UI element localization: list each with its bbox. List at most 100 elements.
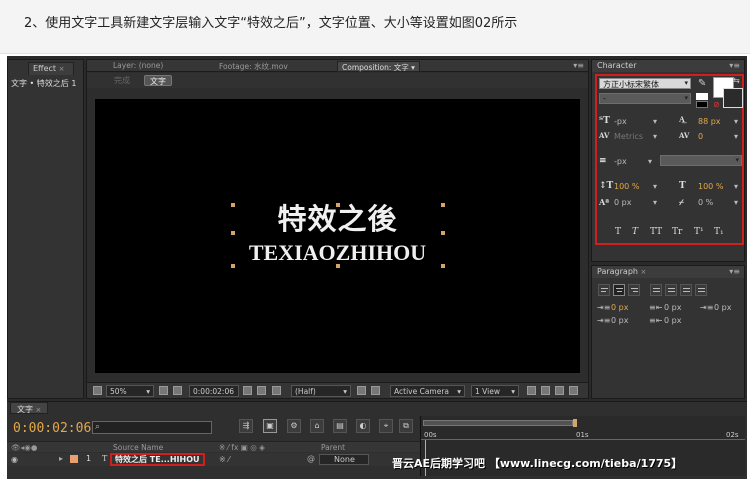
faux-bold-button[interactable]: T	[615, 227, 621, 237]
chevron-down-icon[interactable]: ▾	[653, 132, 657, 141]
bbox-handle[interactable]	[231, 231, 235, 235]
parent-select[interactable]: None	[319, 454, 369, 465]
justify-center-button[interactable]	[665, 284, 677, 296]
chevron-down-icon[interactable]: ▾	[653, 198, 657, 207]
eye-icon[interactable]: ◉	[11, 455, 18, 464]
leading-value[interactable]: 88 px	[698, 117, 721, 126]
panel-menu-icon[interactable]: ▾≡	[573, 61, 584, 70]
chevron-down-icon[interactable]: ▾	[734, 182, 738, 191]
current-time-display[interactable]: 0:00:02:06	[189, 385, 239, 397]
fill-white-swatch[interactable]	[696, 93, 708, 100]
baseline-shift-value[interactable]: 0 px	[614, 198, 631, 207]
justify-left-button[interactable]	[650, 284, 662, 296]
subscript-button[interactable]: T₁	[714, 227, 724, 237]
align-center-button[interactable]	[613, 284, 625, 296]
indent-first-value[interactable]: 0 px	[664, 303, 681, 312]
chevron-down-icon[interactable]: ▾	[653, 117, 657, 126]
chevron-down-icon[interactable]: ▾	[411, 63, 415, 72]
close-icon[interactable]: ×	[36, 406, 42, 414]
transparency-grid-icon[interactable]	[371, 386, 380, 395]
tab-effect[interactable]: Effect ×	[28, 62, 74, 75]
tab-footage[interactable]: Footage: 水纹.mov	[219, 61, 288, 72]
swap-colors-icon[interactable]: ⇆	[733, 76, 740, 85]
no-fill-icon[interactable]: ⊘	[713, 100, 720, 109]
faux-italic-button[interactable]: T	[632, 227, 638, 237]
panel-menu-icon[interactable]: ▾≡	[729, 61, 740, 70]
bbox-handle[interactable]	[231, 264, 235, 268]
always-preview-icon[interactable]	[93, 386, 102, 395]
vertical-scale-value[interactable]: 100 %	[614, 182, 639, 191]
bbox-handle[interactable]	[441, 264, 445, 268]
expand-arrow-icon[interactable]: ▸	[59, 454, 63, 463]
all-caps-button[interactable]: TT	[650, 227, 662, 237]
graph-editor-icon[interactable]: ⌖	[379, 419, 393, 433]
timeline-current-time[interactable]: 0:00:02:06	[13, 421, 91, 436]
crumb-done[interactable]: 完成	[109, 75, 135, 86]
chevron-down-icon[interactable]: ▾	[734, 198, 738, 207]
indent-right-value[interactable]: 0 px	[714, 303, 731, 312]
flowchart-icon[interactable]	[569, 386, 578, 395]
comp-canvas[interactable]: 特效之後 TEXIAOZHIHOU	[95, 99, 580, 373]
stroke-width-value[interactable]: -px	[614, 157, 627, 166]
eyedropper-icon[interactable]: ✎	[698, 78, 706, 89]
space-before-value[interactable]: 0 px	[611, 316, 628, 325]
work-area-end-handle[interactable]	[573, 419, 577, 427]
tab-composition[interactable]: Composition: 文字 ▾	[337, 61, 420, 72]
zoom-select[interactable]: 50% ▾	[106, 385, 154, 397]
fast-preview-icon[interactable]	[541, 386, 550, 395]
bbox-handle[interactable]	[441, 231, 445, 235]
color-icon[interactable]	[272, 386, 281, 395]
bbox-handle[interactable]	[336, 264, 340, 268]
font-family-select[interactable]: 方正小标宋繁体 ▾	[599, 78, 691, 89]
font-style-select[interactable]: - ▾	[599, 93, 691, 104]
close-icon[interactable]: ×	[59, 65, 65, 73]
hide-shy-layers-icon[interactable]: ⌂	[310, 419, 324, 433]
bbox-handle[interactable]	[336, 203, 340, 207]
color-channel-icon[interactable]	[257, 386, 266, 395]
stroke-order-select[interactable]: ▾	[660, 155, 742, 166]
table-row[interactable]: ◉ ▸ 1 T 特效之后 TE...HIHOU ※ ⁄ None @	[7, 453, 420, 466]
bbox-handle[interactable]	[231, 203, 235, 207]
justify-right-button[interactable]	[680, 284, 692, 296]
frame-blending-icon[interactable]: ▤	[333, 419, 347, 433]
panel-menu-icon[interactable]: ▾≡	[729, 267, 740, 276]
camera-select[interactable]: Active Camera ▾	[390, 385, 465, 397]
chevron-down-icon[interactable]: ▾	[734, 117, 738, 126]
parent-header[interactable]: Parent	[321, 443, 345, 452]
work-area-bar[interactable]	[423, 420, 573, 426]
horizontal-scale-value[interactable]: 100 %	[698, 182, 723, 191]
space-after-value[interactable]: 0 px	[664, 316, 681, 325]
view-layout-select[interactable]: 1 View ▾	[471, 385, 519, 397]
stroke-color-swatch[interactable]	[723, 88, 743, 108]
live-update-icon[interactable]: ▣	[263, 419, 277, 433]
tsume-value[interactable]: 0 %	[698, 198, 713, 207]
source-name-header[interactable]: Source Name	[113, 443, 163, 452]
indent-left-value[interactable]: 0 px	[611, 303, 628, 312]
timeline-icon[interactable]	[555, 386, 564, 395]
justify-all-button[interactable]	[695, 284, 707, 296]
grid-icon[interactable]	[159, 386, 168, 395]
chevron-down-icon[interactable]: ▾	[648, 157, 652, 166]
layer-switches-icon[interactable]: ※ ⁄	[219, 455, 230, 464]
tab-layer[interactable]: Layer: (none)	[113, 61, 163, 70]
mask-icon[interactable]	[173, 386, 182, 395]
chevron-down-icon[interactable]: ▾	[734, 132, 738, 141]
small-caps-button[interactable]: Tr	[672, 227, 682, 237]
kerning-value[interactable]: Metrics	[614, 132, 643, 141]
brainstorm-icon[interactable]: ⧉	[399, 419, 413, 433]
draft-3d-icon[interactable]: ⚙	[287, 419, 301, 433]
close-icon[interactable]: ×	[641, 268, 647, 276]
align-left-button[interactable]	[598, 284, 610, 296]
comp-mini-flowchart-icon[interactable]: ⇶	[239, 419, 253, 433]
fill-black-swatch[interactable]	[696, 101, 708, 108]
superscript-button[interactable]: T¹	[694, 227, 704, 237]
align-right-button[interactable]	[628, 284, 640, 296]
toggle-pixel-aspect-icon[interactable]	[527, 386, 536, 395]
bbox-handle[interactable]	[441, 203, 445, 207]
motion-blur-icon[interactable]: ◐	[356, 419, 370, 433]
resolution-select[interactable]: (Half) ▾	[291, 385, 351, 397]
tracking-value[interactable]: 0	[698, 132, 703, 141]
crumb-text-comp[interactable]: 文字	[144, 75, 172, 86]
label-color-swatch[interactable]	[70, 455, 78, 463]
font-size-value[interactable]: -px	[614, 117, 627, 126]
